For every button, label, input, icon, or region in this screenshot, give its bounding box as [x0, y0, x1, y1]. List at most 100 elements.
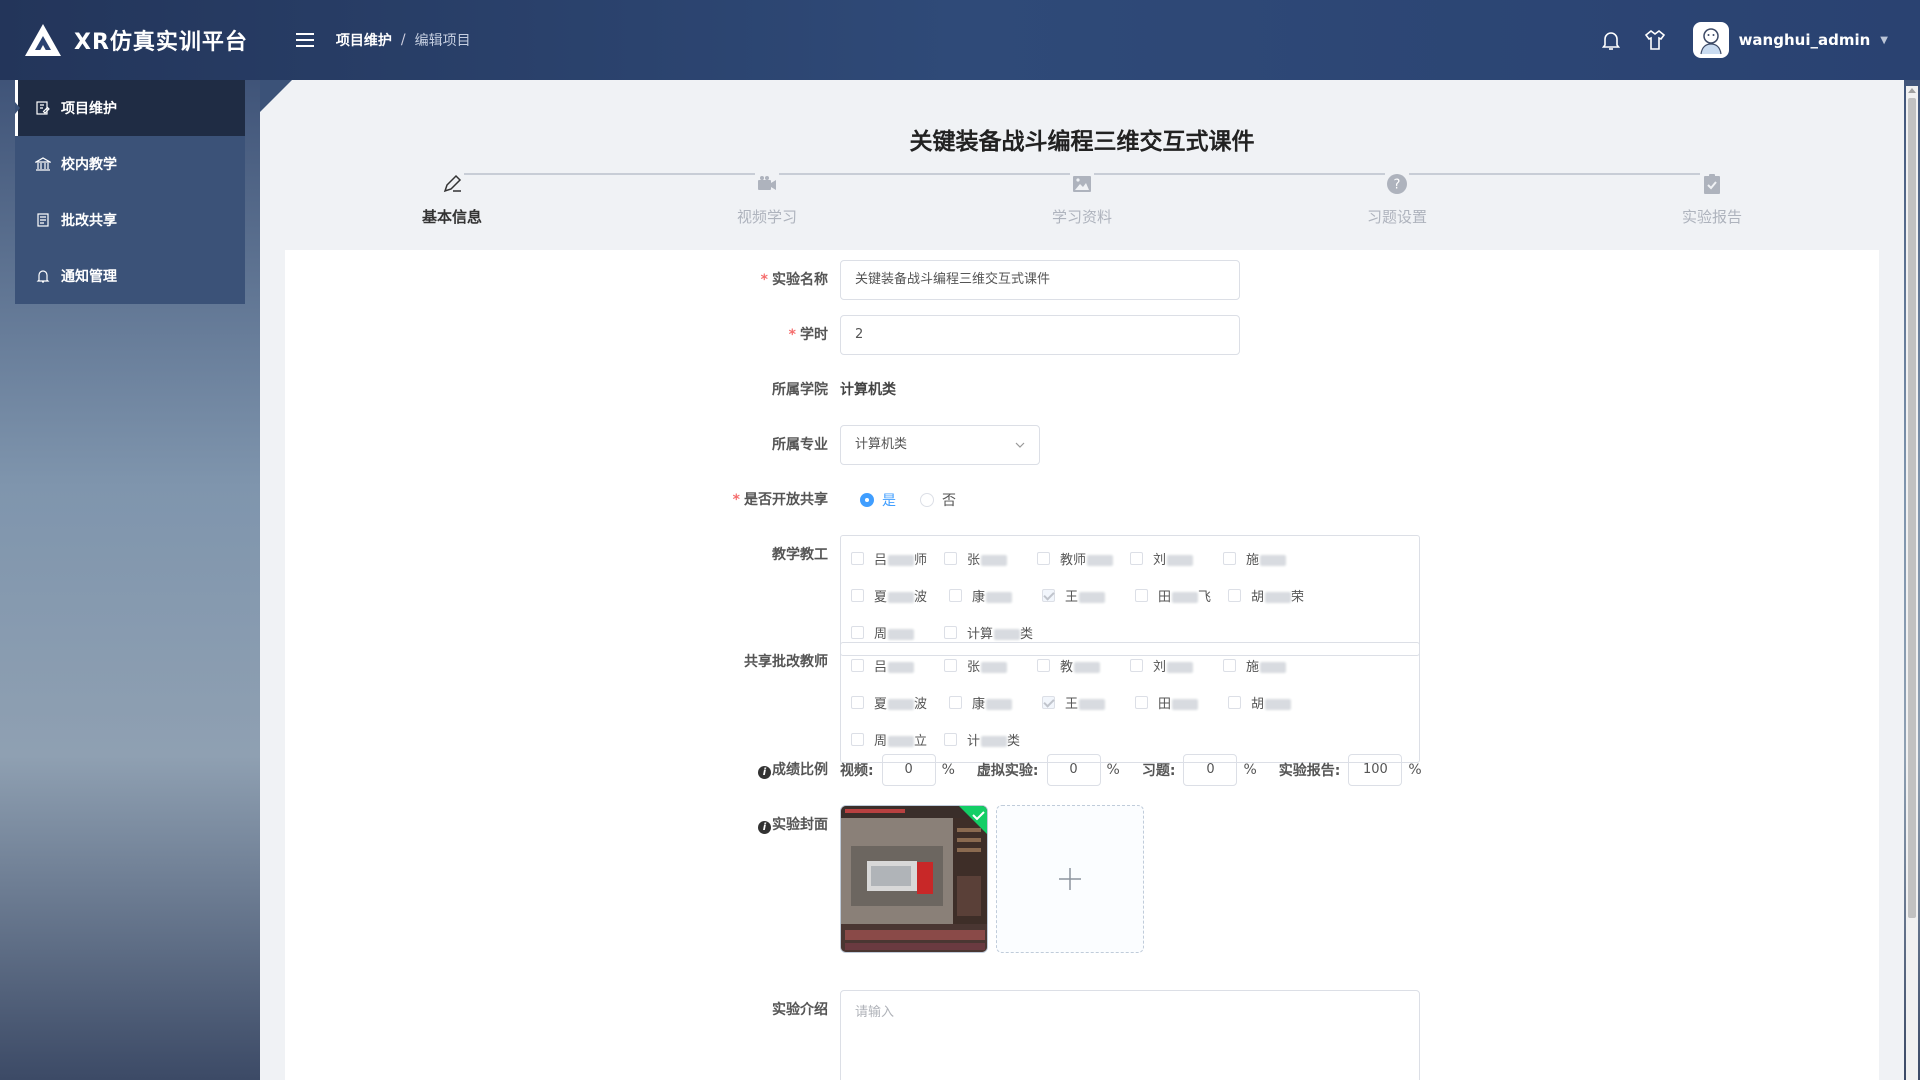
step-label: 视频学习	[736, 208, 797, 226]
checkbox-option[interactable]: 康	[949, 577, 1042, 614]
redacted-name	[1074, 662, 1101, 673]
checkbox-option[interactable]: 施	[1223, 540, 1316, 577]
bell-icon	[36, 270, 50, 283]
sidebar-item-notice[interactable]: 通知管理	[15, 248, 245, 304]
checkbox-option[interactable]: 教	[1037, 647, 1130, 684]
checkbox-box	[1223, 659, 1236, 672]
major-select[interactable]: 计算机类	[840, 425, 1040, 465]
checkbox-option[interactable]: 田	[1135, 684, 1228, 721]
checkbox-label-tail: 立	[914, 734, 928, 749]
pencil-icon	[440, 172, 464, 196]
row-reviewers: 共享批改教师 吕张教刘施夏波康王田胡周立计类	[285, 642, 1420, 763]
percent-unit: %	[941, 762, 955, 778]
checkbox-option[interactable]: 田飞	[1135, 577, 1228, 614]
logo-mark-icon	[25, 24, 61, 56]
checkbox-label-head: 王	[1065, 697, 1079, 712]
checkbox-label-head: 计	[967, 734, 981, 749]
checkbox-option[interactable]: 吕师	[851, 540, 944, 577]
checkbox-option[interactable]: 张	[944, 647, 1037, 684]
cover-image-thumbnail[interactable]	[840, 805, 988, 953]
checkbox-label-tail: 类	[1007, 734, 1021, 749]
checkbox-label-head: 胡	[1251, 697, 1265, 712]
checkbox-option[interactable]: 吕	[851, 647, 944, 684]
shirt-icon[interactable]	[1643, 28, 1667, 52]
scrollbar-thumb[interactable]	[1908, 98, 1916, 918]
experiment-name-input[interactable]: 关键装备战斗编程三维交互式课件	[840, 260, 1240, 300]
page-scrollbar[interactable]	[1906, 86, 1918, 1080]
checkbox-box	[851, 659, 864, 672]
checkbox-box	[949, 589, 962, 602]
checkbox-option[interactable]: 夏波	[851, 577, 949, 614]
percent-unit: %	[1243, 762, 1257, 778]
checkbox-box	[1037, 552, 1050, 565]
report-ratio-input[interactable]: 100	[1348, 754, 1403, 786]
checkbox-option[interactable]: 胡	[1228, 684, 1321, 721]
checkbox-option[interactable]: 施	[1223, 647, 1316, 684]
redacted-name	[1260, 555, 1287, 566]
label-college: 所属学院	[772, 382, 828, 398]
redacted-name	[1265, 699, 1292, 710]
exercise-ratio-input[interactable]: 0	[1183, 754, 1238, 786]
share-no-radio[interactable]: 否	[920, 490, 956, 510]
redacted-name	[888, 592, 915, 603]
label-teachers: 教学教工	[772, 547, 828, 563]
cover-upload-button[interactable]	[996, 805, 1144, 953]
checkbox-option[interactable]: 康	[949, 684, 1042, 721]
sidebar-item-label: 校内教学	[61, 157, 117, 173]
scroll-up-arrow-icon[interactable]	[1908, 88, 1916, 93]
info-icon[interactable]: i	[758, 766, 771, 779]
exercise-ratio-label: 习题:	[1141, 763, 1176, 779]
checkbox-box	[1228, 589, 1241, 602]
checkbox-label-head: 胡	[1251, 590, 1265, 605]
sidebar-item-grading[interactable]: 批改共享	[15, 192, 245, 248]
checkbox-label-head: 周	[874, 627, 888, 642]
checkbox-option[interactable]: 胡荣	[1228, 577, 1321, 614]
row-score: i 成绩比例 视频: 0 % 虚拟实验: 0 % 习题: 0 % 实验报告: 10…	[285, 750, 1422, 790]
avatar[interactable]	[1692, 22, 1729, 58]
step-materials[interactable]: 学习资料	[1002, 172, 1162, 227]
step-basic-info[interactable]: 基本信息	[372, 172, 532, 227]
step-label: 习题设置	[1366, 208, 1427, 226]
intro-textarea[interactable]: 请输入	[840, 990, 1420, 1080]
checkbox-box	[1135, 696, 1148, 709]
breadcrumb-parent[interactable]: 项目维护	[336, 30, 392, 50]
checkbox-option[interactable]: 张	[944, 540, 1037, 577]
checkbox-label-head: 刘	[1153, 553, 1167, 568]
checkbox-box	[851, 589, 864, 602]
step-exercises[interactable]: ? 习题设置	[1317, 172, 1477, 227]
form-card: * 实验名称 关键装备战斗编程三维交互式课件 * 学时 2 所属学院 计算机类 所属…	[285, 250, 1879, 1080]
chevron-down-icon	[1015, 442, 1025, 448]
checkbox-box	[851, 552, 864, 565]
sidebar-item-label: 通知管理	[61, 269, 117, 285]
hours-input[interactable]: 2	[840, 315, 1240, 355]
menu-toggle-icon[interactable]	[295, 33, 314, 47]
sidebar: 项目维护 校内教学 批改共享 通知管理	[15, 80, 245, 304]
username[interactable]: wanghui_admin	[1739, 31, 1871, 49]
step-report[interactable]: 实验报告	[1632, 172, 1792, 227]
edit-doc-icon	[36, 101, 50, 115]
label-intro: 实验介绍	[772, 1002, 828, 1018]
breadcrumb-current: 编辑项目	[414, 33, 471, 49]
video-ratio-input[interactable]: 0	[881, 754, 936, 786]
bell-icon[interactable]	[1599, 28, 1623, 52]
row-teachers: 教学教工 吕师张教师刘施夏波康王田飞胡荣周计算类	[285, 535, 1420, 656]
checkbox-option[interactable]: 刘	[1130, 647, 1223, 684]
info-icon[interactable]: i	[758, 821, 771, 834]
user-menu-caret-icon[interactable]: ▼	[1880, 35, 1888, 46]
checkbox-option[interactable]: 王	[1042, 577, 1135, 614]
checkbox-option[interactable]: 夏波	[851, 684, 949, 721]
step-video[interactable]: 视频学习	[687, 172, 847, 227]
paper-stack-icon	[37, 213, 49, 227]
virtual-ratio-input[interactable]: 0	[1046, 754, 1101, 786]
share-yes-radio[interactable]: 是	[860, 490, 896, 510]
checkbox-option[interactable]: 王	[1042, 684, 1135, 721]
checkbox-option[interactable]: 教师	[1037, 540, 1130, 577]
sidebar-item-teaching[interactable]: 校内教学	[15, 136, 245, 192]
svg-text:?: ?	[1394, 178, 1401, 193]
page-title: 关键装备战斗编程三维交互式课件	[909, 129, 1255, 155]
app-logo[interactable]: XR仿真实训平台	[24, 23, 248, 57]
sidebar-item-project[interactable]: 项目维护	[15, 80, 245, 136]
redacted-name	[1167, 555, 1194, 566]
row-share: * 是否开放共享 是 否	[285, 480, 980, 520]
checkbox-option[interactable]: 刘	[1130, 540, 1223, 577]
